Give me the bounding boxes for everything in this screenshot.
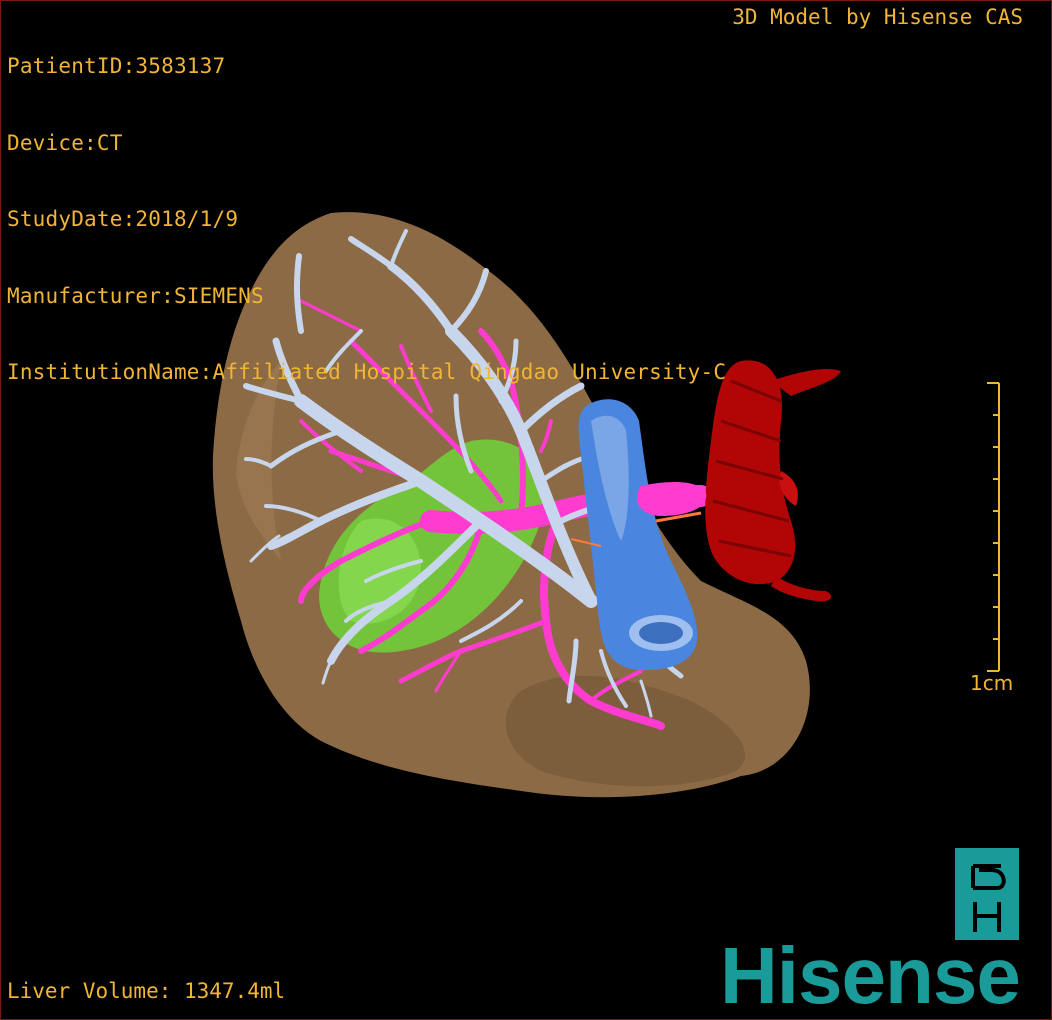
3d-viewport[interactable]: PatientID:3583137 Device:CT StudyDate:20… [0, 0, 1052, 1020]
scale-bar [987, 382, 1000, 672]
device: Device:CT [7, 130, 123, 155]
institution-name: InstitutionName:Affiliated Hospital Qing… [7, 360, 727, 384]
model-credit: 3D Model by Hisense CAS [732, 5, 1023, 29]
ivc-opening-inner [639, 622, 683, 644]
study-date: StudyDate:2018/1/9 [7, 207, 239, 231]
manufacturer: Manufacturer:SIEMENS [7, 283, 264, 308]
dh-logo-icon [971, 864, 1006, 932]
patient-id: PatientID:3583137 [7, 54, 226, 78]
liver-volume: Liver Volume: 1347.4ml [7, 979, 286, 1003]
patient-metadata: PatientID:3583137 Device:CT StudyDate:20… [7, 3, 726, 437]
hisense-logo-badge [955, 848, 1019, 940]
artery-junction [637, 481, 707, 516]
scale-label: 1cm [970, 671, 1014, 695]
hisense-logo-text: Hisense [720, 931, 1021, 1020]
